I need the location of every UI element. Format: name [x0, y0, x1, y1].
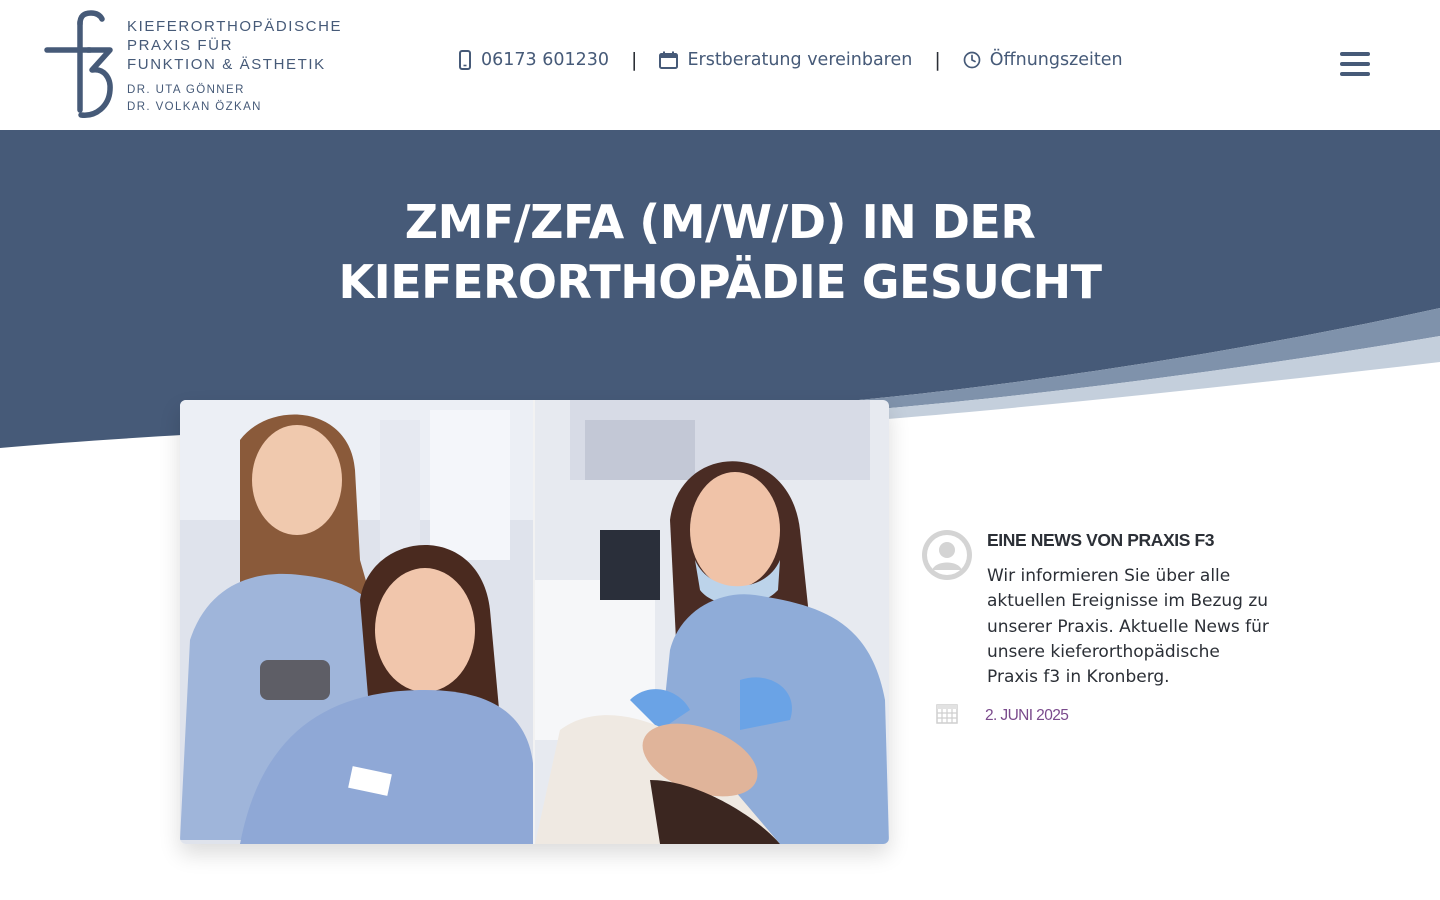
- nav-separator: |: [934, 49, 941, 71]
- logo-doctor-1: DR. UTA GÖNNER: [127, 84, 245, 96]
- opening-hours-label: Öffnungszeiten: [989, 50, 1123, 70]
- logo-text-line-1: KIEFERORTHOPÄDISCHE: [127, 18, 343, 35]
- consultation-label: Erstberatung vereinbaren: [687, 50, 913, 70]
- opening-hours-link[interactable]: Öffnungszeiten: [963, 50, 1123, 70]
- author-description: Wir informieren Sie über alle aktuellen …: [987, 566, 1269, 688]
- phone-label: 06173 601230: [481, 50, 610, 70]
- logo-doctor-2: DR. VOLKAN ÖZKAN: [127, 101, 262, 113]
- calendar-grid-icon: [936, 704, 958, 728]
- author-title[interactable]: EINE NEWS VON PRAXIS F3: [987, 530, 1214, 551]
- default-avatar-icon[interactable]: [922, 530, 972, 580]
- hamburger-menu-icon[interactable]: [1340, 52, 1370, 76]
- phone-icon: [458, 50, 472, 70]
- site-header: KIEFERORTHOPÄDISCHE PRAXIS FÜR FUNKTION …: [0, 0, 1440, 130]
- post-date: 2. JUNI 2025: [936, 704, 1069, 728]
- logo-text-line-2: PRAXIS FÜR: [127, 37, 234, 54]
- page-title-line-2: KIEFERORTHOPÄDIE GESUCHT: [338, 255, 1102, 309]
- calendar-icon: [659, 51, 679, 69]
- logo-text-line-3: FUNKTION & ÄSTHETIK: [127, 56, 326, 73]
- clock-icon: [963, 51, 981, 69]
- site-logo[interactable]: KIEFERORTHOPÄDISCHE PRAXIS FÜR FUNKTION …: [44, 10, 344, 120]
- nav-separator: |: [631, 49, 638, 71]
- f3-logo-mark-icon: [44, 10, 113, 118]
- post-date-label: 2. JUNI 2025: [985, 707, 1069, 724]
- phone-link[interactable]: 06173 601230: [458, 50, 609, 70]
- page-title: ZMF/ZFA (M/W/D) IN DER KIEFERORTHOPÄDIE …: [0, 192, 1440, 312]
- top-contact-nav: 06173 601230 | Erstberatung vereinbaren …: [458, 46, 1123, 74]
- page-title-line-1: ZMF/ZFA (M/W/D) IN DER: [404, 195, 1036, 249]
- consultation-link[interactable]: Erstberatung vereinbaren: [659, 50, 912, 70]
- featured-image: [180, 400, 889, 844]
